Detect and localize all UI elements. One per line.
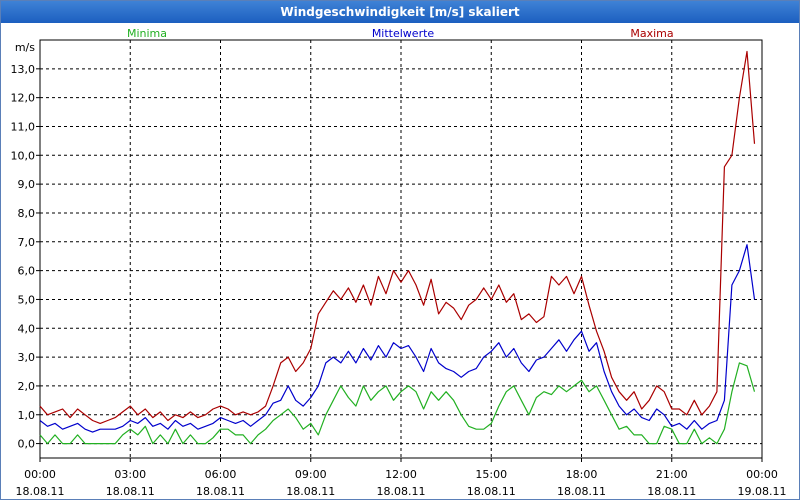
- y-tick-label: 13,0: [11, 63, 36, 76]
- x-tick-label-date: 18.08.11: [467, 485, 516, 498]
- legend-minima: Minima: [127, 27, 167, 40]
- line-chart: 0,0 1,0 2,0 3,0 4,0 5,0 6,0 7,0 8,0 9,0 10,0 11,0 12…: [11, 27, 787, 498]
- legend-mittelwerte: Mittelwerte: [372, 27, 435, 40]
- y-tick-label: 11,0: [11, 120, 36, 133]
- x-tick-label-time: 03:00: [114, 468, 146, 481]
- x-tick-label-time: 18:00: [566, 468, 598, 481]
- legend: Minima Mittelwerte Maxima: [127, 27, 674, 40]
- x-tick-label-time: 09:00: [295, 468, 327, 481]
- y-tick-label: 9,0: [18, 178, 36, 191]
- y-tick-label: 12,0: [11, 92, 36, 105]
- x-tick-label-time: 06:00: [205, 468, 237, 481]
- grid-lines: [39, 40, 763, 458]
- x-tick-label-date: 18.08.11: [286, 485, 335, 498]
- y-tick-label: 8,0: [18, 207, 36, 220]
- series-line-maxima: [39, 50, 756, 424]
- series-layer: [39, 50, 756, 445]
- x-tick-label-time: 00:00: [24, 468, 56, 481]
- x-tick-label-time: 21:00: [656, 468, 688, 481]
- y-tick-label: 10,0: [11, 149, 36, 162]
- x-tick-label-date: 18.08.11: [106, 485, 155, 498]
- y-tick-label: 3,0: [18, 351, 36, 364]
- x-tick-label-date: 19.08.11: [738, 485, 787, 498]
- x-tick-label-date: 18.08.11: [377, 485, 426, 498]
- y-tick-label: 2,0: [18, 380, 36, 393]
- x-tick-label-date: 18.08.11: [196, 485, 245, 498]
- chart-window: Windgeschwindigkeit [m/s] skaliert 0,0 1,…: [0, 0, 800, 500]
- axis-labels: 0,0 1,0 2,0 3,0 4,0 5,0 6,0 7,0 8,0 9,0 10,0 11,0 12…: [11, 41, 787, 498]
- x-tick-label-date: 18.08.11: [557, 485, 606, 498]
- y-axis-label: m/s: [15, 41, 35, 54]
- x-tick-label-date: 18.08.11: [647, 485, 696, 498]
- x-tick-label-time: 15:00: [475, 468, 507, 481]
- y-tick-label: 4,0: [18, 322, 36, 335]
- y-tick-label: 0,0: [18, 438, 36, 451]
- y-tick-label: 6,0: [18, 265, 36, 278]
- series-line-mittelwerte: [39, 244, 756, 433]
- y-tick-label: 7,0: [18, 236, 36, 249]
- y-tick-label: 1,0: [18, 409, 36, 422]
- y-tick-label: 5,0: [18, 293, 36, 306]
- x-tick-label-time: 00:00: [746, 468, 778, 481]
- x-tick-label-time: 12:00: [385, 468, 417, 481]
- x-tick-label-date: 18.08.11: [16, 485, 65, 498]
- legend-maxima: Maxima: [630, 27, 673, 40]
